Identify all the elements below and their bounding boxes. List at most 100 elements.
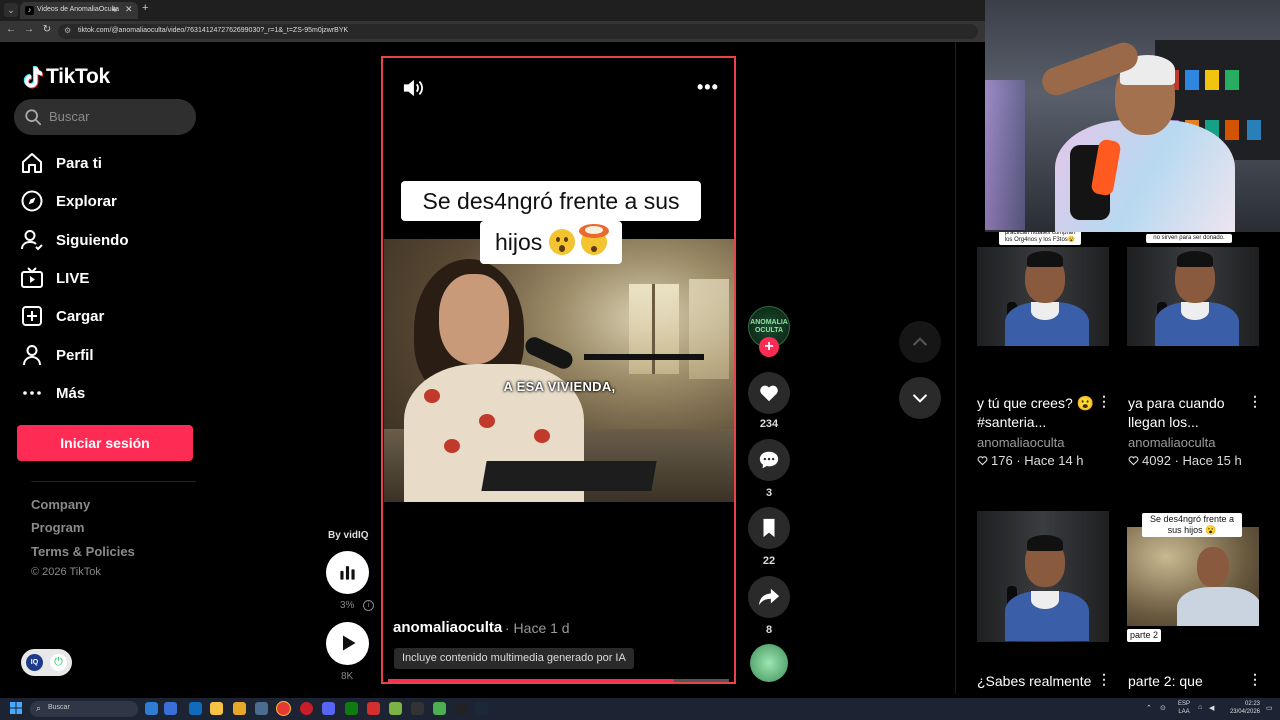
video-player[interactable]: ••• A ESA VIVIENDA, Se des4ngró frente a… <box>381 56 736 684</box>
footer-link-terms[interactable]: Terms & Policies <box>31 544 135 559</box>
thumb-caption: Se des4ngró frente a sus hijos 😮 <box>1142 513 1242 537</box>
sidebar-item-siguiendo[interactable]: Siguiendo <box>20 226 200 254</box>
save-button[interactable] <box>748 507 790 549</box>
related-video-author[interactable]: anomaliaoculta <box>977 435 1064 450</box>
vidiq-stats-button[interactable] <box>326 551 369 594</box>
related-video-title[interactable]: ya para cuando llegan los... <box>1128 394 1250 432</box>
sidebar-item-cargar[interactable]: Cargar <box>20 302 200 330</box>
related-video-title[interactable]: parte 2: que <box>1128 672 1250 691</box>
astonished-face-icon <box>548 229 575 255</box>
browser-tab[interactable]: ♪ Videos de AnomaliaOculta 🔊︎ ✕ <box>20 2 138 19</box>
search-icon <box>25 109 42 126</box>
sidebar-item-perfil[interactable]: Perfil <box>20 341 200 369</box>
obs-icon[interactable] <box>411 702 424 715</box>
widgets-icon[interactable] <box>145 702 158 715</box>
video-author[interactable]: anomaliaoculta <box>393 619 502 636</box>
next-video-button[interactable] <box>899 377 941 419</box>
related-video-thumb[interactable] <box>977 247 1109 346</box>
taskbar-search[interactable]: ⌕ Buscar <box>30 701 138 717</box>
related-video-thumb[interactable] <box>977 511 1109 642</box>
network-icon[interactable]: ⌂ <box>1198 704 1202 711</box>
vidiq-extension-icon: IQ <box>26 654 43 671</box>
led-light <box>985 80 1025 230</box>
tab-search-chevron-icon[interactable]: ⌄ <box>4 3 18 17</box>
search-input[interactable]: Buscar <box>14 99 196 135</box>
music-disc[interactable] <box>750 644 788 682</box>
sidebar-item-label: Más <box>56 384 86 402</box>
minecraft-icon[interactable] <box>433 702 446 715</box>
login-button[interactable]: Iniciar sesión <box>17 425 193 461</box>
share-button[interactable] <box>748 576 790 618</box>
media-player-icon[interactable] <box>367 702 380 715</box>
system-clock[interactable]: 02:23 23/04/2026 <box>1224 700 1260 716</box>
previous-video-button[interactable] <box>899 321 941 363</box>
like-button[interactable] <box>748 372 790 414</box>
windows-start-icon[interactable] <box>10 702 22 714</box>
discord-icon[interactable] <box>322 702 335 715</box>
card-more-icon[interactable]: ⋮ <box>1097 394 1111 408</box>
app-icon[interactable] <box>455 702 468 715</box>
tab-audio-icon[interactable]: 🔊︎ <box>112 5 117 15</box>
more-options-icon[interactable]: ••• <box>697 78 719 96</box>
post-time: Hace 15 h <box>1182 453 1242 468</box>
sidebar-item-mas[interactable]: Más <box>20 379 200 407</box>
volume-icon[interactable]: ◀ <box>1209 704 1214 712</box>
follow-button[interactable]: + <box>759 337 779 357</box>
card-more-icon[interactable]: ⋮ <box>1248 394 1262 408</box>
related-video-thumb[interactable] <box>1127 247 1259 346</box>
forward-icon[interactable]: → <box>22 24 36 35</box>
mic-stand <box>584 354 704 360</box>
xbox-icon[interactable] <box>345 702 358 715</box>
file-explorer-icon[interactable] <box>233 702 246 715</box>
site-info-icon[interactable]: ⚙ <box>64 26 71 35</box>
logo-text: TikTok <box>46 65 110 88</box>
comment-count: 3 <box>765 487 773 499</box>
sidebar-item-para-ti[interactable]: Para ti <box>20 149 200 177</box>
extension-toggle[interactable]: IQ ⏻ <box>21 649 72 676</box>
tray-chevron-icon[interactable]: ⌃ <box>1146 704 1152 712</box>
sidebar-item-label: Para ti <box>56 154 102 172</box>
sidebar-item-explorar[interactable]: Explorar <box>20 187 200 215</box>
related-video-title[interactable]: ¿Sabes realmente <box>977 672 1099 691</box>
bar-chart-icon <box>340 566 355 580</box>
comment-button[interactable] <box>748 439 790 481</box>
footer-link-program[interactable]: Program <box>31 520 84 535</box>
info-icon[interactable]: i <box>363 600 374 611</box>
sidebar-item-label: Siguiendo <box>56 231 129 249</box>
new-tab-icon[interactable]: + <box>142 2 148 14</box>
sticky-notes-icon[interactable] <box>210 702 223 715</box>
search-placeholder: Buscar <box>49 109 90 124</box>
related-video-author[interactable]: anomaliaoculta <box>1128 435 1215 450</box>
tiktok-logo[interactable]: TikTok <box>21 62 110 92</box>
window-bar <box>652 284 655 374</box>
related-video-thumb[interactable] <box>1127 527 1259 626</box>
card-more-icon[interactable]: ⋮ <box>1248 672 1262 686</box>
chrome-icon[interactable] <box>277 702 290 715</box>
app-icon[interactable] <box>389 702 402 715</box>
tiktok-favicon-icon: ♪ <box>25 6 34 15</box>
comment-icon <box>759 451 779 469</box>
back-icon[interactable]: ← <box>4 24 18 35</box>
person-hair <box>1027 535 1063 551</box>
app-icon[interactable] <box>255 702 268 715</box>
footer-link-company[interactable]: Company <box>31 497 90 512</box>
card-more-icon[interactable]: ⋮ <box>1097 672 1111 686</box>
url-input[interactable]: ⚙ tiktok.com/@anomaliaoculta/video/76314… <box>58 24 978 39</box>
notification-icon[interactable]: ▭ <box>1266 704 1273 712</box>
reload-icon[interactable]: ↻ <box>40 24 54 35</box>
shirt-collar <box>1031 302 1059 320</box>
tab-close-icon[interactable]: ✕ <box>125 4 133 15</box>
steam-icon[interactable] <box>475 702 488 715</box>
vidiq-play-button[interactable] <box>326 622 369 665</box>
opera-icon[interactable] <box>300 702 313 715</box>
related-video-title[interactable]: y tú que crees? 😮 #santeria... <box>977 394 1099 432</box>
shirt-collar <box>1031 591 1059 609</box>
share-icon <box>758 588 780 606</box>
chevron-up-icon <box>913 337 927 346</box>
volume-icon[interactable] <box>402 78 424 98</box>
outlook-icon[interactable] <box>189 702 202 715</box>
task-view-icon[interactable] <box>164 702 177 715</box>
video-progress-bar[interactable] <box>388 679 729 682</box>
sidebar-item-live[interactable]: LIVE <box>20 264 200 292</box>
input-language[interactable]: ESP LAA <box>1178 700 1190 716</box>
